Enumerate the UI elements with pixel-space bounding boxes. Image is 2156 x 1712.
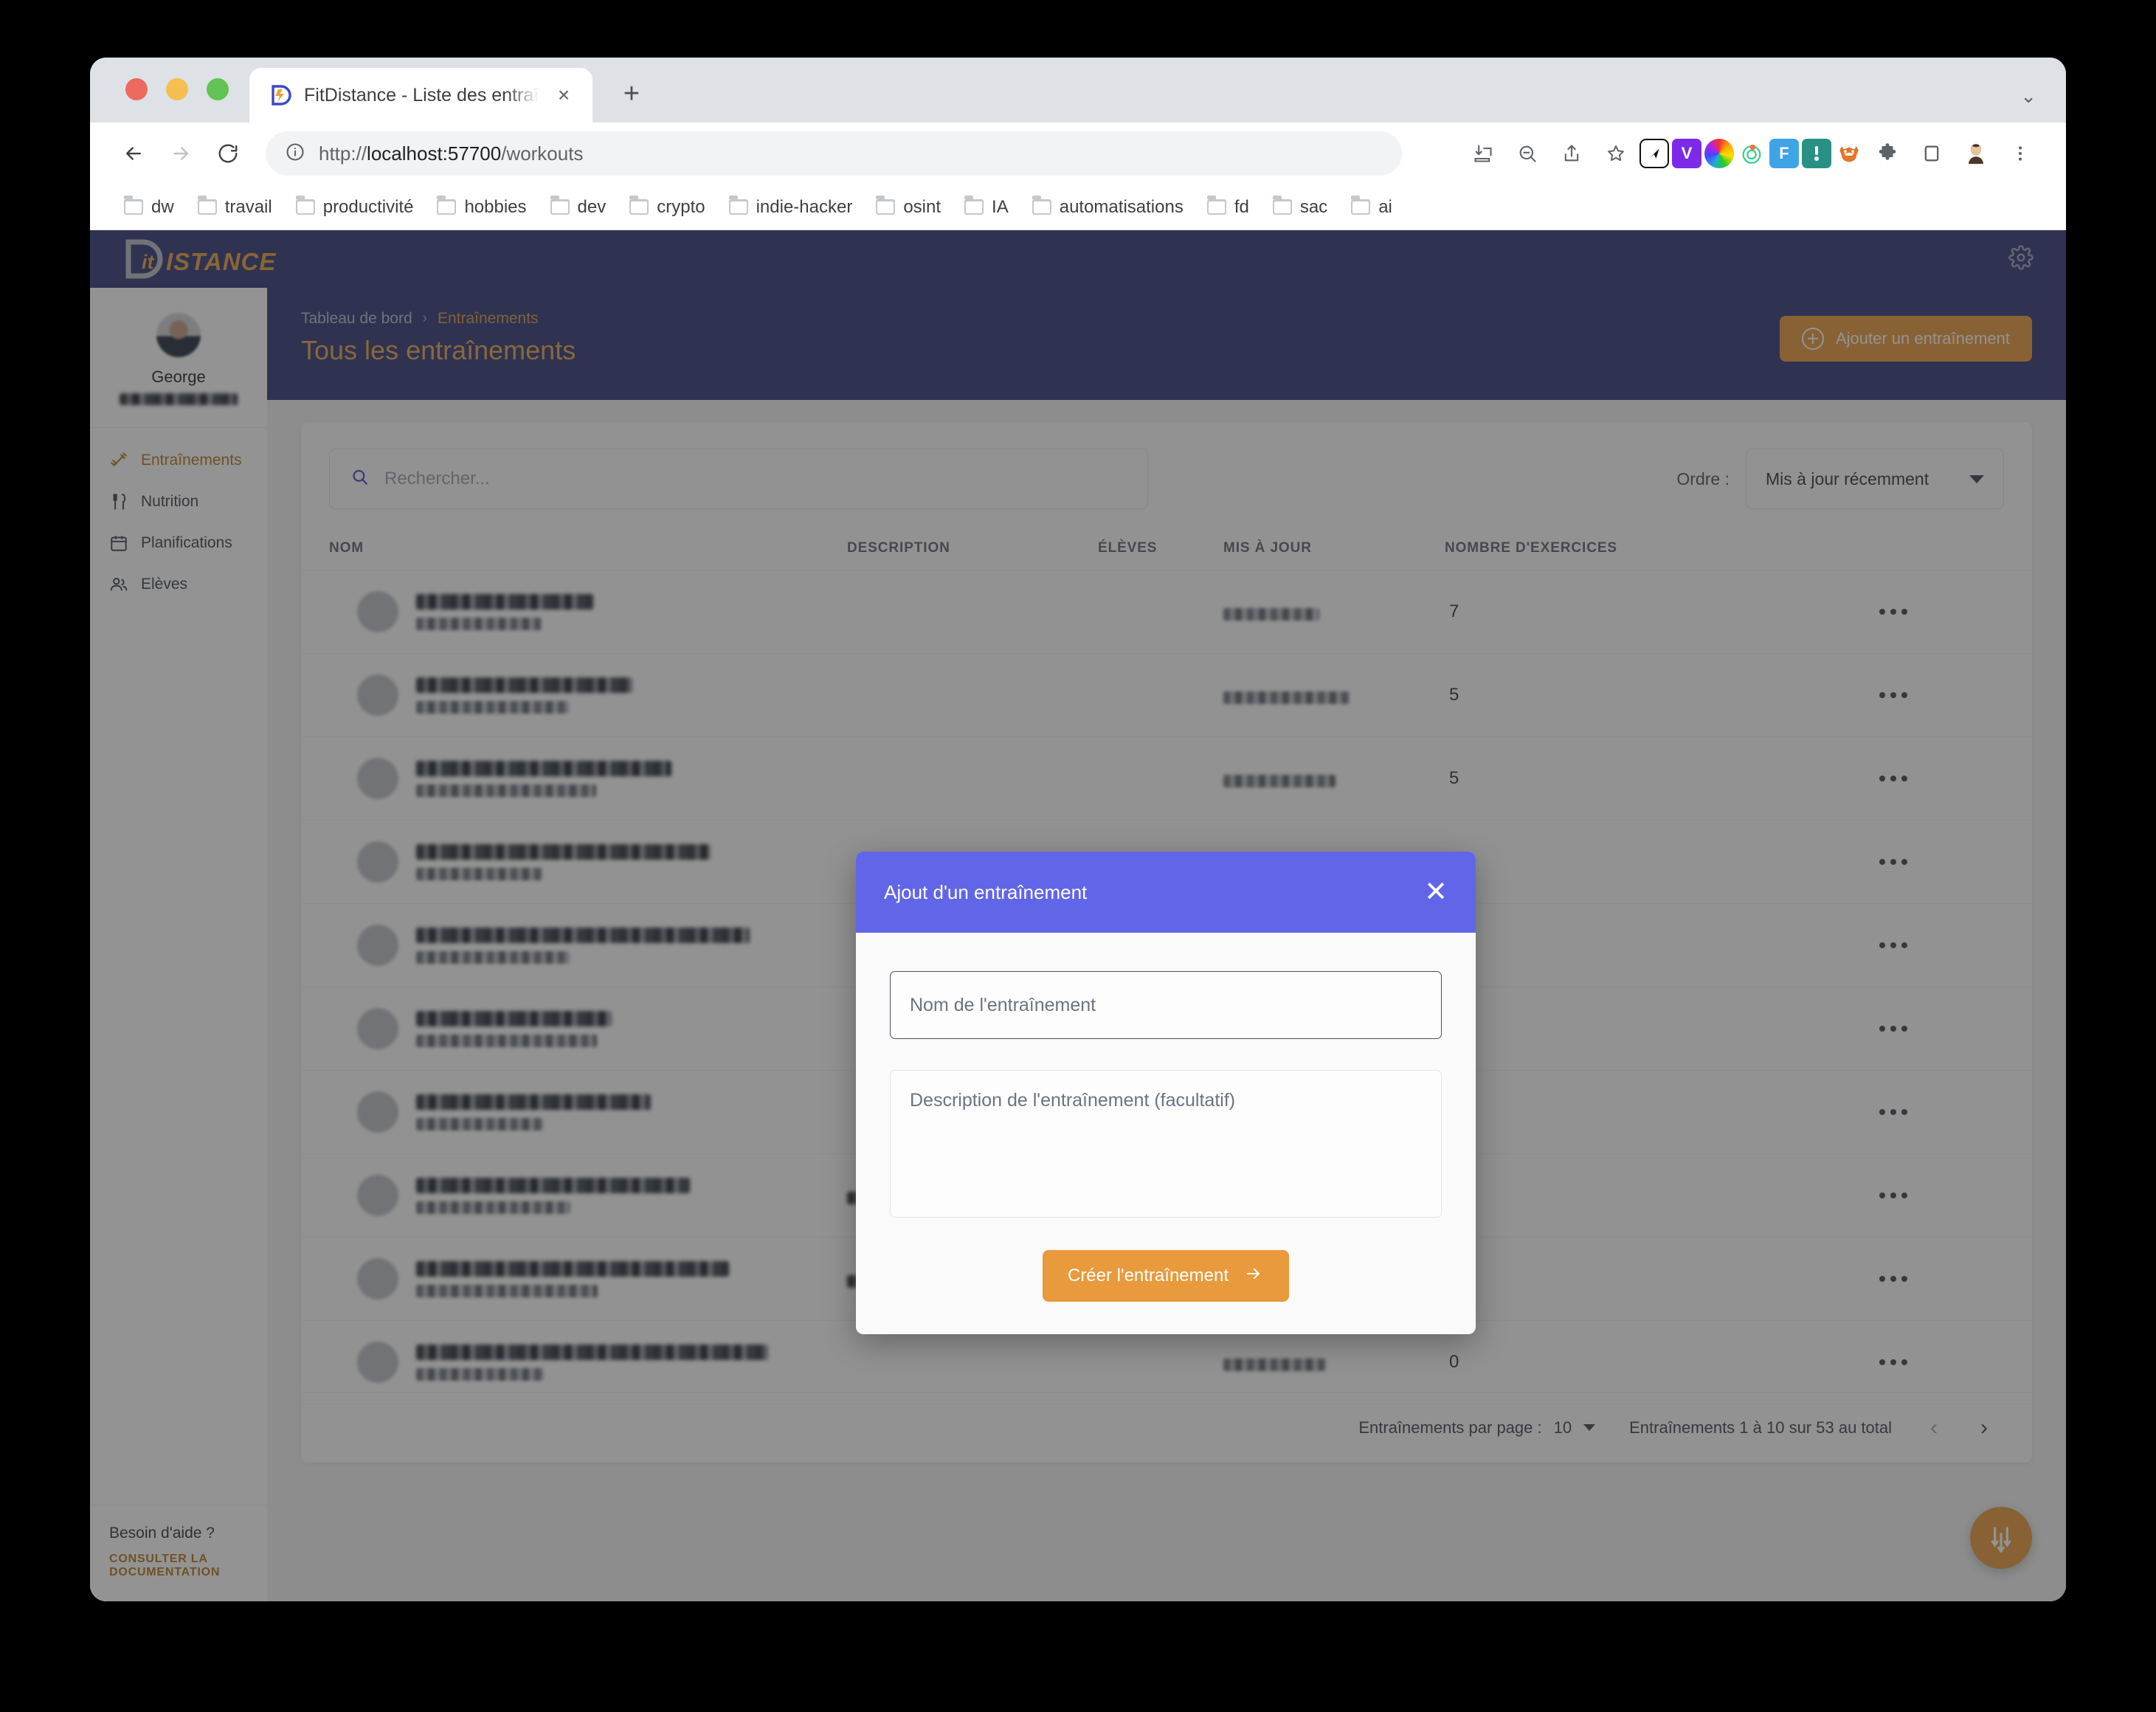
fitdistance-favicon-icon [269, 83, 292, 107]
profile-avatar-icon[interactable] [1955, 133, 1997, 174]
workout-name-input[interactable]: Nom de l'entraînement [890, 971, 1442, 1039]
extension-cursor-icon[interactable] [1640, 139, 1669, 168]
add-workout-modal: Ajout d'un entraînement ✕ Nom de l'entra… [856, 852, 1476, 1334]
folder-icon [1351, 196, 1371, 215]
bookmark-item[interactable]: indie-hacker [717, 196, 865, 218]
bookmark-item[interactable]: hobbies [425, 196, 538, 218]
arrow-right-icon [1243, 1265, 1264, 1288]
browser-tab-title: FitDistance - Liste des entraîne [304, 84, 539, 106]
bookmark-item[interactable]: productivité [284, 196, 426, 218]
folder-icon [629, 196, 649, 215]
folder-icon [1206, 196, 1226, 215]
bookmark-item[interactable]: automatisations [1020, 196, 1195, 218]
share-icon[interactable] [1551, 133, 1592, 174]
extension-target-icon[interactable] [1737, 139, 1766, 168]
browser-toolbar: http://localhost:57700/workouts V F [90, 122, 2066, 184]
bookmark-item[interactable]: dw [112, 196, 186, 218]
zoom-out-icon[interactable] [1507, 133, 1548, 174]
bookmark-item[interactable]: travail [186, 196, 284, 218]
extension-color-wheel-icon[interactable] [1704, 139, 1734, 168]
folder-icon [876, 196, 896, 215]
folder-icon [550, 196, 570, 215]
close-icon[interactable]: ✕ [1424, 878, 1448, 906]
folder-icon [964, 196, 984, 215]
workout-name-placeholder: Nom de l'entraînement [910, 994, 1096, 1015]
minimize-window-button[interactable] [166, 78, 188, 100]
workout-description-textarea[interactable]: Description de l'entraînement (facultati… [890, 1070, 1442, 1218]
forward-button[interactable] [159, 132, 202, 175]
folder-icon [197, 196, 217, 215]
url-host: localhost:57700 [367, 142, 502, 165]
address-bar-url: http://localhost:57700/workouts [319, 142, 584, 165]
bookmark-item[interactable]: crypto [618, 196, 716, 218]
address-bar[interactable]: http://localhost:57700/workouts [266, 131, 1402, 176]
folder-icon [295, 196, 315, 215]
browser-tab[interactable]: FitDistance - Liste des entraîne × [249, 68, 592, 122]
folder-icon [1272, 196, 1292, 215]
extensions-puzzle-icon[interactable] [1867, 133, 1908, 174]
bookmark-item[interactable]: fd [1195, 196, 1261, 218]
url-path: /workouts [501, 142, 584, 165]
extension-v-icon[interactable]: V [1672, 139, 1701, 168]
site-info-icon[interactable] [285, 142, 305, 166]
modal-title: Ajout d'un entraînement [884, 880, 1088, 903]
modal-body: Nom de l'entraînement Description de l'e… [856, 933, 1476, 1334]
bookmark-item[interactable]: osint [864, 196, 953, 218]
folder-icon [1032, 196, 1051, 215]
create-workout-label: Créer l'entraînement [1067, 1266, 1229, 1285]
bookmark-item[interactable]: IA [953, 196, 1020, 218]
extension-bitwarden-icon[interactable] [1802, 139, 1831, 168]
browser-window: FitDistance - Liste des entraîne × + ⌄ h… [90, 58, 2066, 1601]
reload-button[interactable] [207, 132, 249, 175]
folder-icon [437, 196, 457, 215]
toolbar-actions: V F [1462, 133, 2041, 174]
bookmark-item[interactable]: ai [1339, 196, 1404, 218]
window-traffic-lights [90, 78, 229, 122]
close-window-button[interactable] [125, 78, 148, 100]
bookmarks-bar: dw travail productivité hobbies dev cryp… [90, 184, 2066, 230]
extension-panel-icon[interactable] [1911, 133, 1952, 174]
bookmark-star-icon[interactable] [1595, 133, 1637, 174]
page-viewport: it ISTANCE George ████ ████ ███ ████ ███ [90, 230, 2066, 1601]
bookmark-item[interactable]: dev [539, 196, 618, 218]
window-menu-chevron-icon[interactable]: ⌄ [2020, 85, 2036, 108]
extension-figma-icon[interactable]: F [1769, 139, 1799, 168]
close-tab-button[interactable]: × [551, 83, 576, 108]
folder-icon [728, 196, 748, 215]
install-icon[interactable] [1462, 133, 1504, 174]
modal-header: Ajout d'un entraînement ✕ [856, 852, 1476, 933]
modal-actions: Créer l'entraînement [890, 1250, 1442, 1302]
extension-firefox-icon[interactable] [1834, 139, 1864, 168]
create-workout-button[interactable]: Créer l'entraînement [1042, 1250, 1289, 1302]
folder-icon [124, 196, 143, 215]
chrome-menu-icon[interactable] [2000, 133, 2041, 174]
new-tab-button[interactable]: + [615, 77, 649, 111]
bookmark-item[interactable]: sac [1261, 196, 1339, 218]
maximize-window-button[interactable] [207, 78, 229, 100]
browser-tab-strip: FitDistance - Liste des entraîne × + ⌄ [90, 58, 2066, 122]
back-button[interactable] [112, 132, 155, 175]
workout-description-placeholder: Description de l'entraînement (facultati… [910, 1090, 1236, 1111]
